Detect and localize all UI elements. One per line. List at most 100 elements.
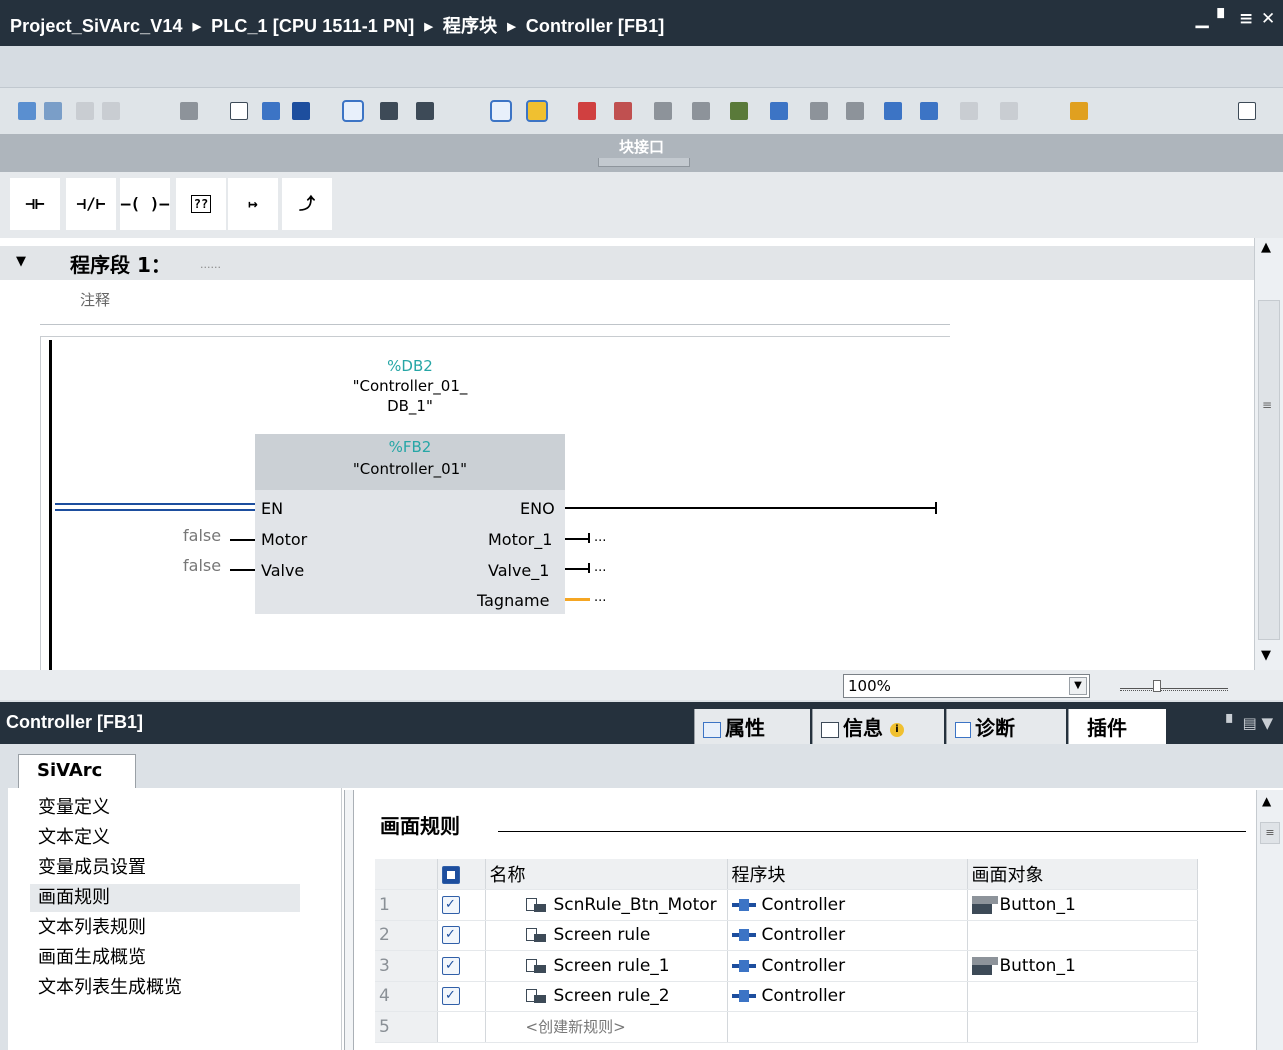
scroll-down-icon[interactable]: ▼ <box>1261 648 1271 663</box>
nav-text-definitions[interactable]: 文本定义 <box>38 824 110 852</box>
pin-motor[interactable]: Motor <box>261 530 307 549</box>
open-branch-button[interactable]: ↦ <box>228 178 278 230</box>
maximize-icon[interactable]: ≡ <box>1239 11 1253 28</box>
go-to-next-error-icon[interactable] <box>614 102 632 120</box>
nav-screen-rules[interactable]: 画面规则 <box>30 884 300 912</box>
dropdown-arrow-icon[interactable]: ▼ <box>1069 677 1087 695</box>
enabled-checkbox[interactable]: ✓ <box>441 895 460 914</box>
rule-name-cell[interactable]: Screen rule_2 <box>485 981 728 1012</box>
outdent-icon[interactable] <box>846 102 864 120</box>
motor-input-value[interactable]: false <box>183 526 221 545</box>
insert-network-icon[interactable] <box>18 102 36 120</box>
enabled-cell[interactable]: ✓ <box>437 920 486 951</box>
column-program-block[interactable]: 程序块 <box>727 859 968 890</box>
select-all-header[interactable] <box>437 859 486 890</box>
nc-contact-button[interactable]: ⊣/⊢ <box>66 178 116 230</box>
pin-tagname[interactable]: Tagname <box>477 591 549 610</box>
breadcrumb-program-blocks[interactable]: 程序块 <box>443 16 497 36</box>
nav-text-list-rules[interactable]: 文本列表规则 <box>38 914 146 942</box>
coil-button[interactable]: –( )– <box>120 178 170 230</box>
comments-toggle-icon[interactable] <box>342 100 364 122</box>
empty-box-button[interactable]: ?? <box>176 178 226 230</box>
enabled-checkbox[interactable]: ✓ <box>441 987 460 1006</box>
enabled-cell[interactable]: ✓ <box>437 950 486 982</box>
breadcrumb-project[interactable]: Project_SiVArc_V14 <box>10 16 183 36</box>
block-interface-bar[interactable]: 块接口 <box>0 134 1283 172</box>
motor-1-output-value[interactable]: ... <box>594 530 606 545</box>
scroll-up-icon[interactable]: ▲ <box>1262 794 1271 808</box>
network-header[interactable]: ▼ 程序段 1： ...... <box>0 246 1254 280</box>
pin-valve-1[interactable]: Valve_1 <box>488 561 549 580</box>
networks-icon[interactable] <box>292 102 310 120</box>
table-row[interactable]: 4 ✓ Screen rule_2 Controller <box>375 981 1198 1012</box>
go-to-error-icon[interactable] <box>578 102 596 120</box>
minimize-icon[interactable]: ▁ <box>1195 11 1209 28</box>
editor-scroll-thumb[interactable] <box>1258 300 1280 640</box>
scroll-up-icon[interactable]: ▲ <box>1261 240 1271 255</box>
update-calls-icon[interactable] <box>654 102 672 120</box>
rules-scroll-thumb[interactable]: ≡ <box>1260 822 1280 844</box>
zoom-select[interactable]: 100% ▼ <box>843 674 1090 698</box>
pin-en[interactable]: EN <box>261 499 283 518</box>
restore-icon[interactable]: ▘ <box>1217 11 1231 28</box>
program-block-cell[interactable]: Controller <box>727 950 968 982</box>
tab-plugins[interactable]: 插件 <box>1068 709 1166 744</box>
expand-all-icon[interactable] <box>262 102 280 120</box>
screen-object-cell[interactable]: Button_1 <box>967 950 1198 982</box>
nav-text-list-generation-overview[interactable]: 文本列表生成概览 <box>38 974 182 1002</box>
favorites-icon[interactable] <box>490 100 512 122</box>
table-row[interactable]: 2 ✓ Screen rule Controller <box>375 920 1198 951</box>
database-icon[interactable] <box>1070 102 1088 120</box>
splitter-handle[interactable] <box>598 158 690 167</box>
editor-vertical-scrollbar[interactable]: ▲ ≡ ▼ <box>1254 238 1283 670</box>
reset-start-value-icon[interactable] <box>180 102 198 120</box>
program-block-cell[interactable]: Controller <box>727 889 968 921</box>
pin-motor-1[interactable]: Motor_1 <box>488 530 552 549</box>
tab-sivarc[interactable]: SiVArc <box>18 754 136 788</box>
add-row-icon[interactable] <box>102 102 120 120</box>
compare-icon[interactable] <box>692 102 710 120</box>
enabled-checkbox[interactable]: ✓ <box>441 926 460 945</box>
network-comment[interactable]: 注释 <box>40 283 950 325</box>
download-icon[interactable] <box>730 102 748 120</box>
column-screen-object[interactable]: 画面对象 <box>967 859 1198 890</box>
absolute-operands-icon[interactable] <box>380 102 398 120</box>
assignment-icon[interactable] <box>920 102 938 120</box>
close-branch-button[interactable]: ⤴ <box>282 178 332 230</box>
symbolic-operands-icon[interactable] <box>416 102 434 120</box>
column-name[interactable]: 名称 <box>485 859 728 890</box>
program-block-cell[interactable]: Controller <box>727 920 968 951</box>
instance-db[interactable]: %DB2 "Controller_01_ DB_1" <box>255 356 565 416</box>
rule-name-cell[interactable]: ScnRule_Btn_Motor <box>485 889 728 921</box>
screen-object-cell[interactable] <box>967 920 1198 951</box>
go-to-icon[interactable] <box>770 102 788 120</box>
delete-network-icon[interactable] <box>44 102 62 120</box>
monitoring-icon[interactable] <box>960 102 978 120</box>
tagname-output-value[interactable]: ... <box>594 590 606 605</box>
screen-object-cell[interactable]: Button_1 <box>967 889 1198 921</box>
no-contact-button[interactable]: ⊣⊢ <box>10 178 60 230</box>
pane-layout-icon[interactable] <box>1238 102 1256 120</box>
breadcrumb-plc[interactable]: PLC_1 [CPU 1511-1 PN] <box>211 16 414 36</box>
zoom-slider-thumb[interactable] <box>1153 680 1161 692</box>
collapse-all-icon[interactable] <box>230 102 248 120</box>
table-row[interactable]: 1 ✓ ScnRule_Btn_Motor Controller Button_… <box>375 889 1198 921</box>
enabled-cell[interactable]: ✓ <box>437 981 486 1012</box>
zoom-slider-track[interactable] <box>1120 688 1228 691</box>
table-row[interactable]: 3 ✓ Screen rule_1 Controller Button_1 <box>375 950 1198 982</box>
enabled-checkbox[interactable]: ✓ <box>441 956 460 975</box>
panel-splitter[interactable] <box>344 790 354 1050</box>
pin-valve[interactable]: Valve <box>261 561 304 580</box>
rule-name-cell[interactable]: Screen rule <box>485 920 728 951</box>
enabled-cell[interactable]: ✓ <box>437 889 486 921</box>
inspector-window-controls-icon[interactable]: ▘ ▤ ▼ <box>1226 714 1273 732</box>
nav-tag-member-settings[interactable]: 变量成员设置 <box>38 854 146 882</box>
insert-row-icon[interactable] <box>76 102 94 120</box>
valve-1-output-value[interactable]: ... <box>594 560 606 575</box>
tab-diagnostics[interactable]: 诊断 <box>946 709 1066 744</box>
rule-name-cell[interactable]: Screen rule_1 <box>485 950 728 982</box>
nav-tag-definitions[interactable]: 变量定义 <box>38 794 110 822</box>
close-icon[interactable]: ✕ <box>1261 11 1275 28</box>
network-title-placeholder[interactable]: ...... <box>200 258 221 271</box>
pin-eno[interactable]: ENO <box>520 499 555 518</box>
